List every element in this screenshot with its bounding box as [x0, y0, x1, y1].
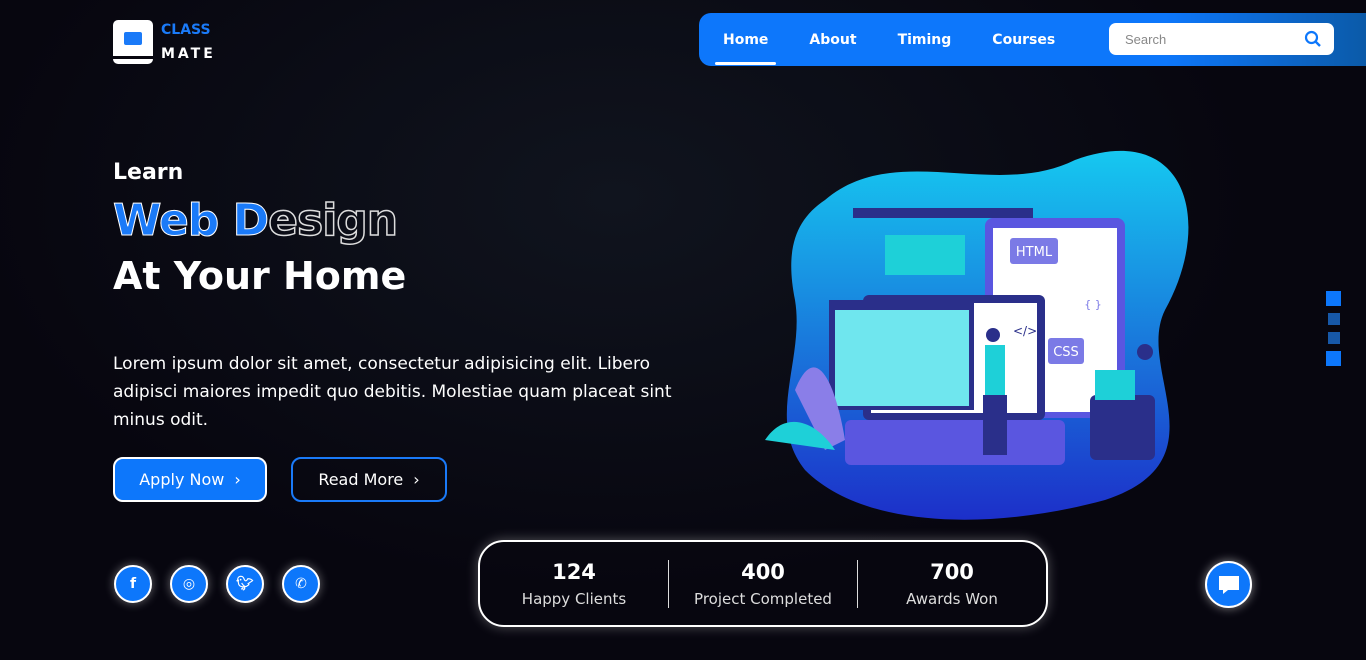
search-box: [1109, 23, 1334, 55]
code-label: </>: [1013, 324, 1037, 338]
stat-value: 124: [552, 559, 596, 584]
hero-subtitle: At Your Home: [113, 254, 407, 298]
social-links: f ◎ 🐦︎ ✆: [114, 565, 320, 603]
book-icon: [113, 20, 153, 64]
slide-dot[interactable]: [1328, 332, 1340, 344]
hero-description: Lorem ipsum dolor sit amet, consectetur …: [113, 354, 672, 430]
stat-item: 124 Happy Clients: [480, 559, 669, 608]
search-icon[interactable]: [1304, 30, 1322, 48]
logo[interactable]: CLASS MATE: [113, 18, 216, 66]
stat-item: 700 Awards Won: [858, 560, 1046, 608]
apply-now-button[interactable]: Apply Now ›: [113, 457, 267, 502]
logo-line2: MATE: [161, 46, 216, 62]
navbar: Home About Timing Courses: [699, 13, 1366, 66]
stat-label: Awards Won: [906, 589, 998, 608]
facebook-icon[interactable]: f: [114, 565, 152, 603]
read-label: Read More: [318, 470, 404, 489]
title-solid: Web D: [112, 195, 269, 247]
css-label: CSS: [1053, 345, 1079, 360]
nav-about[interactable]: About: [809, 32, 856, 48]
chevron-right-icon: ›: [413, 470, 420, 489]
nav-timing[interactable]: Timing: [898, 32, 952, 48]
stat-label: Happy Clients: [521, 589, 627, 608]
hero-learn: Learn: [113, 160, 184, 185]
slide-dot[interactable]: [1328, 313, 1340, 325]
hero-title: Web Design: [112, 194, 406, 247]
slide-dot[interactable]: [1326, 291, 1341, 306]
title-outline: esign: [267, 194, 398, 247]
nav-home[interactable]: Home: [714, 32, 777, 65]
chat-icon: [1218, 575, 1239, 594]
stat-value: 400: [741, 559, 785, 584]
chat-button[interactable]: [1205, 561, 1252, 608]
hero-heading: Learn Web Design At Your Home: [112, 160, 407, 298]
read-more-button[interactable]: Read More ›: [291, 457, 447, 502]
whatsapp-icon[interactable]: ✆: [282, 565, 320, 603]
nav-courses[interactable]: Courses: [992, 32, 1055, 48]
slide-dot[interactable]: [1326, 351, 1341, 366]
stats-panel: 124 Happy Clients 400 Project Completed 70…: [478, 540, 1048, 627]
chevron-right-icon: ›: [234, 470, 241, 489]
twitter-icon[interactable]: 🐦︎: [226, 565, 264, 603]
stat-label: Project Completed: [694, 589, 832, 608]
html-label: HTML: [1016, 245, 1053, 260]
braces-label: { }: [1084, 298, 1102, 311]
instagram-icon[interactable]: ◎: [170, 565, 208, 603]
slide-indicators: [1326, 291, 1341, 373]
logo-line1: CLASS: [161, 22, 211, 38]
hero-illustration: HTML CSS { } </>: [765, 150, 1189, 520]
stat-item: 400 Project Completed: [669, 559, 858, 608]
stat-value: 700: [930, 559, 974, 584]
apply-label: Apply Now: [139, 470, 225, 489]
search-input[interactable]: [1125, 31, 1304, 47]
